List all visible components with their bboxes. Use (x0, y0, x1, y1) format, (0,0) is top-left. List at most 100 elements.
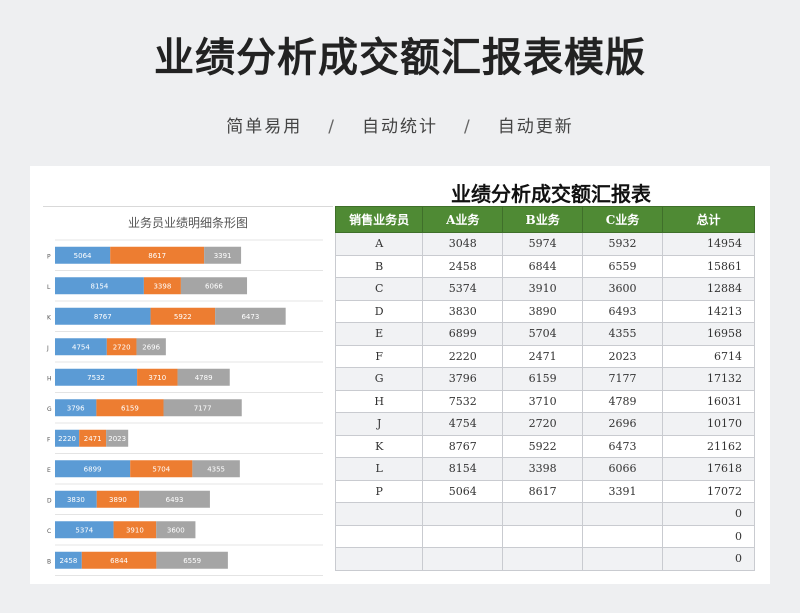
cell-value[interactable]: 3910 (502, 277, 584, 301)
cell-total[interactable]: 21162 (661, 434, 756, 458)
data-label: 3890 (109, 496, 127, 504)
cell-value[interactable]: 7532 (422, 389, 504, 413)
cell-total[interactable]: 0 (661, 524, 756, 548)
cell-total[interactable]: 16031 (661, 389, 756, 413)
cell-value[interactable]: 5922 (502, 434, 584, 458)
header-total[interactable]: 总计 (661, 206, 756, 233)
category-label: D (47, 497, 52, 504)
cell-value[interactable]: 8154 (422, 457, 504, 481)
cell-salesperson[interactable] (334, 524, 424, 548)
cell-value[interactable]: 3796 (422, 367, 504, 391)
category-label: C (47, 528, 51, 535)
data-label: 6473 (241, 313, 259, 321)
cell-value[interactable]: 4789 (582, 389, 663, 413)
cell-value[interactable] (502, 502, 584, 526)
cell-total[interactable]: 16958 (661, 322, 756, 346)
cell-salesperson[interactable]: J (334, 412, 424, 436)
cell-salesperson[interactable]: L (334, 457, 424, 481)
header-b-business[interactable]: B业务 (502, 206, 584, 233)
table-row: K 8767 5922 6473 21162 (334, 434, 756, 458)
page-title: 业绩分析成交额汇报表模版 (154, 35, 646, 81)
cell-total[interactable]: 0 (661, 547, 756, 571)
cell-total[interactable]: 17072 (661, 479, 756, 503)
category-label: J (46, 345, 49, 352)
cell-value[interactable] (422, 524, 504, 548)
cell-value[interactable]: 6066 (582, 457, 663, 481)
cell-value[interactable]: 7177 (582, 367, 663, 391)
cell-total[interactable]: 12884 (661, 277, 756, 301)
cell-value[interactable] (582, 502, 663, 526)
cell-value[interactable]: 3048 (422, 232, 504, 256)
cell-salesperson[interactable] (334, 547, 424, 571)
cell-value[interactable]: 6559 (582, 254, 663, 278)
category-label: L (47, 284, 51, 291)
cell-value[interactable]: 2720 (502, 412, 584, 436)
cell-value[interactable]: 2220 (422, 344, 504, 368)
cell-value[interactable] (502, 524, 584, 548)
cell-value[interactable] (582, 547, 663, 571)
cell-value[interactable]: 5932 (582, 232, 663, 256)
cell-salesperson[interactable]: E (334, 322, 424, 346)
data-label: 4754 (72, 343, 90, 351)
cell-value[interactable]: 2458 (422, 254, 504, 278)
cell-total[interactable]: 10170 (661, 412, 756, 436)
cell-value[interactable]: 5704 (502, 322, 584, 346)
header-a-business[interactable]: A业务 (422, 206, 504, 233)
data-label: 3710 (148, 374, 166, 382)
cell-value[interactable]: 5974 (502, 232, 584, 256)
tagline-separator: / (464, 117, 472, 137)
cell-total[interactable]: 17132 (661, 367, 756, 391)
cell-salesperson[interactable]: B (334, 254, 424, 278)
cell-value[interactable]: 3710 (502, 389, 584, 413)
cell-value[interactable] (502, 547, 584, 571)
cell-salesperson[interactable]: P (334, 479, 424, 503)
cell-value[interactable] (582, 524, 663, 548)
cell-salesperson[interactable]: A (334, 232, 424, 256)
data-label: 7532 (87, 374, 105, 382)
cell-total[interactable]: 14213 (661, 299, 756, 323)
cell-value[interactable]: 2696 (582, 412, 663, 436)
cell-value[interactable]: 4754 (422, 412, 504, 436)
cell-value[interactable]: 2471 (502, 344, 584, 368)
stacked-bar-chart[interactable]: 业务员业绩明细条形图 P 5064 8617 3391 L 8154 3398 6066 K 87… (43, 206, 333, 584)
category-label: E (47, 467, 51, 474)
cell-value[interactable]: 2023 (582, 344, 663, 368)
cell-value[interactable]: 5374 (422, 277, 504, 301)
cell-total[interactable]: 17618 (661, 457, 756, 481)
cell-value[interactable]: 3830 (422, 299, 504, 323)
cell-total[interactable]: 0 (661, 502, 756, 526)
data-label: 3391 (214, 252, 232, 260)
cell-salesperson[interactable]: H (334, 389, 424, 413)
cell-value[interactable]: 3890 (502, 299, 584, 323)
cell-value[interactable]: 8617 (502, 479, 584, 503)
cell-salesperson[interactable]: K (334, 434, 424, 458)
cell-value[interactable]: 3398 (502, 457, 584, 481)
cell-value[interactable]: 3391 (582, 479, 663, 503)
cell-value[interactable]: 6159 (502, 367, 584, 391)
cell-value[interactable]: 6493 (582, 299, 663, 323)
cell-total[interactable]: 6714 (661, 344, 756, 368)
cell-value[interactable]: 3600 (582, 277, 663, 301)
cell-salesperson[interactable] (334, 502, 424, 526)
cell-value[interactable] (422, 547, 504, 571)
cell-value[interactable]: 6844 (502, 254, 584, 278)
header-c-business[interactable]: C业务 (582, 206, 663, 233)
cell-value[interactable]: 4355 (582, 322, 663, 346)
cell-total[interactable]: 15861 (661, 254, 756, 278)
table-row: A 3048 5974 5932 14954 (334, 232, 756, 256)
cell-value[interactable] (422, 502, 504, 526)
sheet-title: 业绩分析成交额汇报表 (451, 182, 651, 206)
data-label: 6159 (121, 404, 139, 412)
cell-salesperson[interactable]: D (334, 299, 424, 323)
cell-salesperson[interactable]: G (334, 367, 424, 391)
data-label: 8617 (148, 252, 166, 260)
table-row: 0 (334, 502, 756, 526)
cell-total[interactable]: 14954 (661, 232, 756, 256)
header-salesperson[interactable]: 销售业务员 (334, 206, 424, 233)
cell-value[interactable]: 8767 (422, 434, 504, 458)
cell-salesperson[interactable]: F (334, 344, 424, 368)
cell-salesperson[interactable]: C (334, 277, 424, 301)
cell-value[interactable]: 6473 (582, 434, 663, 458)
cell-value[interactable]: 6899 (422, 322, 504, 346)
cell-value[interactable]: 5064 (422, 479, 504, 503)
